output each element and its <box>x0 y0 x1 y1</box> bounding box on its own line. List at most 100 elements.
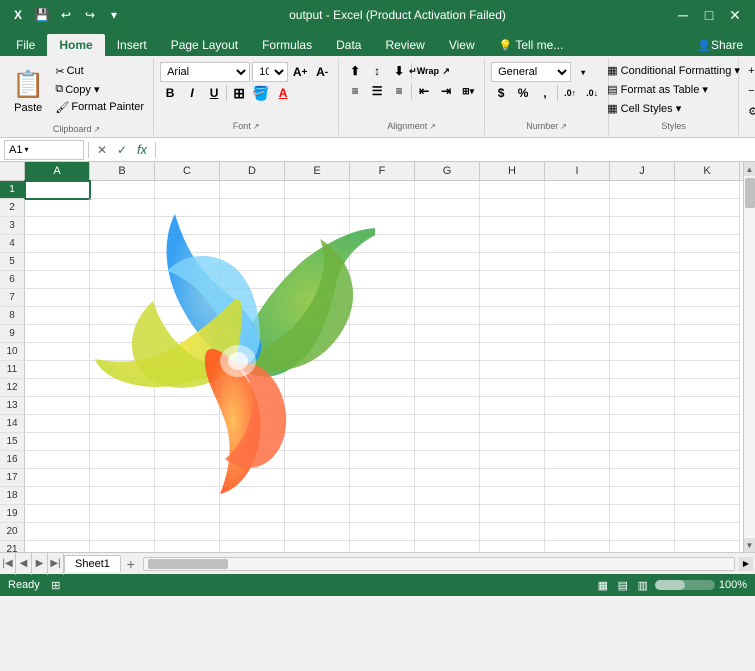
merge-button[interactable]: ⊞▾ <box>458 82 478 100</box>
scroll-thumb[interactable] <box>745 178 755 208</box>
number-expand-btn[interactable]: ▾ <box>573 63 593 81</box>
number-format-select[interactable]: General <box>491 62 571 82</box>
row-num-1[interactable]: 1 <box>0 181 25 199</box>
row-num-17[interactable]: 17 <box>0 469 25 487</box>
format-cells-button[interactable]: ⚙ Format ▾ <box>745 102 755 120</box>
cell-k1[interactable] <box>675 181 740 199</box>
page-break-icon[interactable]: ▥ <box>635 577 651 593</box>
row-num-15[interactable]: 15 <box>0 433 25 451</box>
row-num-13[interactable]: 13 <box>0 397 25 415</box>
quick-access-more-icon[interactable]: ▾ <box>104 5 124 25</box>
add-sheet-button[interactable]: + <box>121 555 141 573</box>
align-center-button[interactable]: ☰ <box>367 82 387 100</box>
row-num-21[interactable]: 21 <box>0 541 25 552</box>
row-num-10[interactable]: 10 <box>0 343 25 361</box>
close-button[interactable]: ✕ <box>723 3 747 27</box>
alignment-expand-icon[interactable]: ↗ <box>429 122 436 131</box>
insert-cells-button[interactable]: + Insert ▾ <box>745 62 755 80</box>
row-num-3[interactable]: 3 <box>0 217 25 235</box>
undo-icon[interactable]: ↩ <box>56 5 76 25</box>
row-num-11[interactable]: 11 <box>0 361 25 379</box>
row-num-20[interactable]: 20 <box>0 523 25 541</box>
scroll-right-button[interactable]: ▶ <box>739 557 753 571</box>
tab-review[interactable]: Review <box>373 34 436 56</box>
row-num-7[interactable]: 7 <box>0 289 25 307</box>
orientation-button[interactable]: ↗ <box>436 62 456 80</box>
increase-indent-button[interactable]: ⇥ <box>436 82 456 100</box>
currency-button[interactable]: $ <box>491 84 511 102</box>
h-scroll-thumb[interactable] <box>148 559 228 569</box>
row-num-4[interactable]: 4 <box>0 235 25 253</box>
tab-file[interactable]: File <box>4 34 47 56</box>
align-top-button[interactable]: ⬆ <box>345 62 365 80</box>
zoom-slider[interactable] <box>655 580 715 590</box>
conditional-formatting-button[interactable]: ▦ Conditional Formatting ▾ <box>601 62 746 79</box>
row-num-8[interactable]: 8 <box>0 307 25 325</box>
align-middle-button[interactable]: ↕ <box>367 62 387 80</box>
fill-color-button[interactable]: 🪣 <box>251 84 271 102</box>
tab-insert[interactable]: Insert <box>105 34 159 56</box>
row-num-19[interactable]: 19 <box>0 505 25 523</box>
fx-button[interactable]: fx <box>133 141 151 159</box>
cell-a1[interactable] <box>25 181 90 199</box>
col-header-k[interactable]: K <box>675 162 740 180</box>
format-painter-button[interactable]: 🖌 Format Painter <box>52 98 147 116</box>
cell-d1[interactable] <box>220 181 285 199</box>
font-expand-icon[interactable]: ↗ <box>253 122 260 131</box>
row-num-2[interactable]: 2 <box>0 199 25 217</box>
row-num-14[interactable]: 14 <box>0 415 25 433</box>
tab-view[interactable]: View <box>437 34 487 56</box>
sheet-next-button[interactable]: ▶ <box>32 553 48 575</box>
tab-data[interactable]: Data <box>324 34 373 56</box>
row-num-12[interactable]: 12 <box>0 379 25 397</box>
col-header-c[interactable]: C <box>155 162 220 180</box>
col-header-j[interactable]: J <box>610 162 675 180</box>
col-header-a[interactable]: A <box>25 162 90 180</box>
scroll-up-button[interactable]: ▲ <box>744 162 755 176</box>
cancel-formula-button[interactable]: ✕ <box>93 141 111 159</box>
cell-h1[interactable] <box>480 181 545 199</box>
delete-cells-button[interactable]: − Delete ▾ <box>745 82 755 100</box>
tab-home[interactable]: Home <box>47 34 104 56</box>
sheet-tab-sheet1[interactable]: Sheet1 <box>64 555 121 572</box>
wrap-text-button[interactable]: ↵Wrap <box>414 62 434 80</box>
font-size-select[interactable]: 10 <box>252 62 288 82</box>
italic-button[interactable]: I <box>182 84 202 102</box>
cell-mode-icon[interactable]: ⊞ <box>48 577 64 593</box>
enter-formula-button[interactable]: ✓ <box>113 141 131 159</box>
font-family-select[interactable]: Arial <box>160 62 250 82</box>
tab-page-layout[interactable]: Page Layout <box>159 34 250 56</box>
col-header-i[interactable]: I <box>545 162 610 180</box>
font-color-button[interactable]: A <box>273 84 293 102</box>
sheet-first-button[interactable]: |◀ <box>0 553 16 575</box>
cell-e1[interactable] <box>285 181 350 199</box>
tab-formulas[interactable]: Formulas <box>250 34 324 56</box>
cell-f1[interactable] <box>350 181 415 199</box>
col-header-g[interactable]: G <box>415 162 480 180</box>
clipboard-expand-icon[interactable]: ↗ <box>93 125 100 134</box>
align-left-button[interactable]: ≡ <box>345 82 365 100</box>
col-header-e[interactable]: E <box>285 162 350 180</box>
cell-c1[interactable] <box>155 181 220 199</box>
col-header-d[interactable]: D <box>220 162 285 180</box>
percent-button[interactable]: % <box>513 84 533 102</box>
share-button[interactable]: 👤 Share <box>685 34 755 56</box>
cut-button[interactable]: ✂ Cut <box>52 62 147 80</box>
align-bottom-button[interactable]: ⬇ <box>389 62 409 80</box>
increase-font-button[interactable]: A+ <box>290 63 310 81</box>
cell-styles-button[interactable]: ▦ Cell Styles ▾ <box>601 100 687 117</box>
copy-button[interactable]: ⧉ Copy ▾ <box>52 80 147 98</box>
row-num-18[interactable]: 18 <box>0 487 25 505</box>
save-icon[interactable]: 💾 <box>32 5 52 25</box>
cell-i1[interactable] <box>545 181 610 199</box>
bold-button[interactable]: B <box>160 84 180 102</box>
increase-decimal-button[interactable]: .0↑ <box>560 84 580 102</box>
normal-view-icon[interactable]: ▦ <box>595 577 611 593</box>
page-layout-icon[interactable]: ▤ <box>615 577 631 593</box>
row-num-9[interactable]: 9 <box>0 325 25 343</box>
number-expand-icon[interactable]: ↗ <box>560 122 567 131</box>
tab-tell-me[interactable]: 💡 Tell me... <box>487 34 576 56</box>
sheet-last-button[interactable]: ▶| <box>48 553 64 575</box>
name-box[interactable]: A1 ▾ <box>4 140 84 160</box>
formula-input[interactable] <box>160 140 751 160</box>
